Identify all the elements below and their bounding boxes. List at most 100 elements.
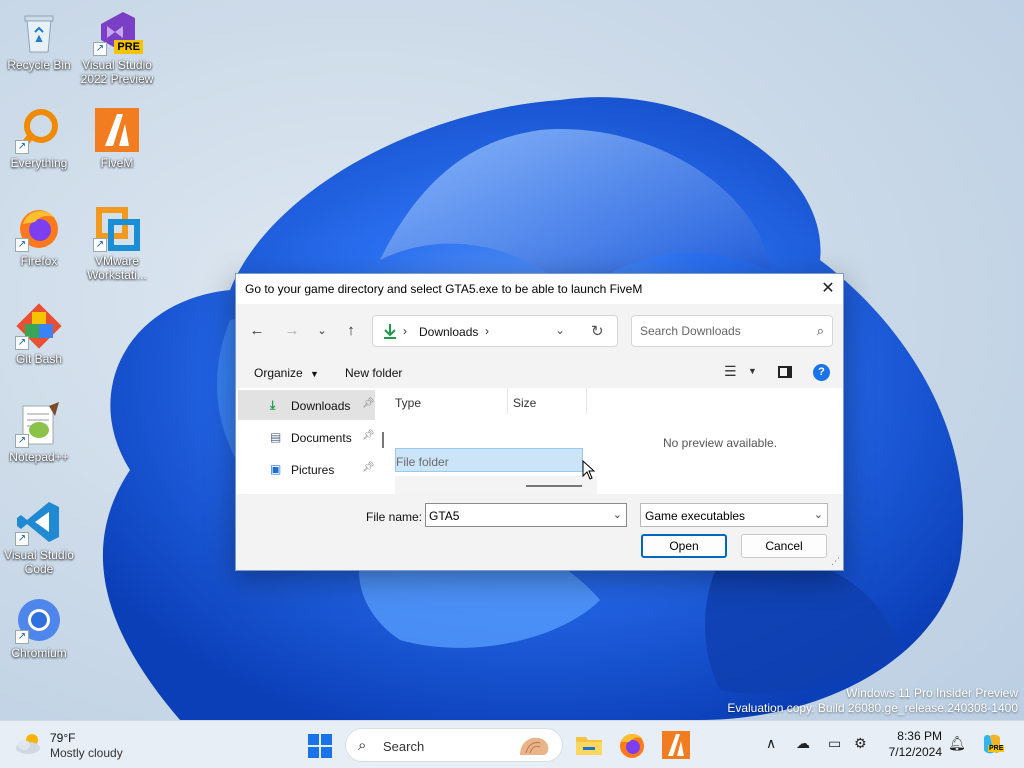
git-bash-icon: ↗ <box>15 302 63 350</box>
watermark-edition: Windows 11 Pro Insider Preview <box>846 686 1018 700</box>
vmware-icon: ↗ <box>93 204 141 252</box>
pictures-icon: ▣ <box>270 462 282 476</box>
copilot-pre-badge: PRE <box>988 745 1005 752</box>
file-name-input[interactable] <box>429 509 599 523</box>
column-header-label: Size <box>513 396 537 410</box>
desktop-icon-firefox[interactable]: ↗ Firefox <box>0 204 78 268</box>
content-area: ⤓ Downloads 📌︎ ▤ Documents 📌︎ ▣ Pictures… <box>236 388 843 494</box>
cancel-button[interactable]: Cancel <box>741 534 827 558</box>
column-header-size[interactable]: Size <box>508 388 587 414</box>
desktop-icon-visual-studio-2022-preview[interactable]: PRE ↗ Visual Studio 2022 Preview <box>78 8 156 86</box>
desktop-icon-vscode[interactable]: ↗ Visual Studio Code <box>0 498 78 576</box>
desktop-icon-label: Everything <box>10 156 68 170</box>
address-bar[interactable]: › Downloads › ⌄ ↻ <box>372 315 618 347</box>
chromium-icon: ↗ <box>15 596 63 644</box>
show-hidden-icons-chevron-icon[interactable]: ∧ <box>766 735 776 752</box>
fivem-icon[interactable] <box>660 729 692 761</box>
search-icon[interactable]: ⌕ <box>817 323 824 339</box>
dialog-title-bar[interactable]: Go to your game directory and select GTA… <box>236 274 843 304</box>
taskbar-search-label: Search <box>383 739 425 754</box>
file-explorer-icon[interactable] <box>573 729 605 761</box>
recent-locations-chevron-icon[interactable]: ⌄ <box>311 320 333 342</box>
display-icon[interactable]: ▭ <box>828 735 841 752</box>
vscode-icon: ↗ <box>15 498 63 546</box>
weather-condition: Mostly cloudy <box>50 746 123 760</box>
download-icon <box>384 324 396 339</box>
column-header-label: Type <box>395 396 422 410</box>
desktop-icon-notepad-plus-plus[interactable]: ↗ Notepad++ <box>0 400 78 464</box>
organize-menu[interactable]: Organize ▼ <box>254 366 319 380</box>
shortcut-arrow-icon: ↗ <box>15 238 29 252</box>
breadcrumb-separator-icon: › <box>403 324 407 338</box>
copilot-icon[interactable]: PRE <box>980 732 1005 756</box>
clock-time: 8:36 PM <box>897 729 942 743</box>
resize-grip-icon[interactable]: ⋰ <box>831 556 840 567</box>
up-arrow-icon[interactable]: ↑ <box>340 320 362 342</box>
accessibility-icon[interactable]: ⚙ <box>854 735 867 752</box>
breadcrumb-downloads[interactable]: Downloads <box>419 325 478 339</box>
taskbar: 79°F Mostly cloudy ⌕ Search ∧ ☁ ▭ ⚙ 8:36… <box>0 720 1024 768</box>
file-name-combobox[interactable]: ⌄ <box>425 503 627 527</box>
pin-icon: 📌︎ <box>362 430 375 441</box>
document-icon: ▤ <box>270 430 282 444</box>
desktop-icon-label: FiveM <box>100 156 134 170</box>
firefox-icon[interactable] <box>616 729 648 761</box>
open-button[interactable]: Open <box>641 534 727 558</box>
view-chevron-down-icon[interactable]: ▼ <box>748 366 757 376</box>
search-input[interactable] <box>640 324 800 338</box>
download-icon: ⤓ <box>270 398 276 412</box>
search-icon: ⌕ <box>358 737 367 754</box>
file-list-scrollbar[interactable] <box>526 485 582 487</box>
search-box[interactable]: ⌕ <box>631 315 833 347</box>
view-options-icon[interactable]: ☰ <box>724 363 737 380</box>
column-header-type[interactable]: Type <box>390 388 508 414</box>
preview-pane: No preview available. <box>597 388 843 494</box>
dialog-title: Go to your game directory and select GTA… <box>245 282 643 296</box>
recycle-bin-icon <box>15 8 63 56</box>
address-dropdown-chevron-icon[interactable]: ⌄ <box>555 323 565 337</box>
file-type-select[interactable]: Game executables ⌄ <box>640 503 828 527</box>
desktop-icon-vmware[interactable]: ↗ VMware Workstati... <box>78 204 156 282</box>
windows-watermark: Windows 11 Pro Insider Preview Evaluatio… <box>727 686 1018 716</box>
command-bar: Organize ▼ New folder ☰ ▼ ? <box>236 356 843 388</box>
preview-pane-icon[interactable] <box>778 366 792 378</box>
dialog-footer: File name: ⌄ Game executables ⌄ Open Can… <box>236 494 843 570</box>
visual-studio-preview-icon: PRE ↗ <box>93 8 143 56</box>
chevron-down-icon[interactable]: ⌄ <box>814 508 823 521</box>
new-folder-button[interactable]: New folder <box>345 366 402 380</box>
file-row[interactable]: File folder <box>395 448 583 472</box>
clock-date: 7/12/2024 <box>888 745 942 759</box>
file-list: Type Size File folder <box>390 388 597 494</box>
copilot-logo-icon <box>984 734 1000 754</box>
shortcut-arrow-icon: ↗ <box>15 532 29 546</box>
desktop-icon-everything[interactable]: ↗ Everything <box>0 106 78 170</box>
help-icon[interactable]: ? <box>813 364 830 381</box>
taskbar-search[interactable]: ⌕ Search <box>345 728 563 762</box>
desktop-icon-recycle-bin[interactable]: Recycle Bin <box>0 8 78 72</box>
desktop-icon-label: VMware Workstati... <box>87 254 147 282</box>
refresh-icon[interactable]: ↻ <box>591 322 604 340</box>
watermark-build: Evaluation copy. Build 26080.ge_release.… <box>727 701 1018 715</box>
notification-bell-icon[interactable]: 🔔︎ <box>948 735 966 752</box>
windows-start-icon[interactable] <box>307 733 333 759</box>
desktop-icon-label: Firefox <box>20 254 58 268</box>
back-arrow-icon[interactable]: ← <box>246 320 268 342</box>
desktop-icon-label: Chromium <box>11 646 67 660</box>
desktop-icon-chromium[interactable]: ↗ Chromium <box>0 596 78 660</box>
desktop-icon-label: Notepad++ <box>9 450 69 464</box>
desktop-icon-git-bash[interactable]: ↗ Git Bash <box>0 302 78 366</box>
nav-item-documents[interactable]: ▤ Documents 📌︎ <box>238 422 375 452</box>
system-clock[interactable]: 8:36 PM 7/12/2024 <box>880 728 942 760</box>
organize-label: Organize <box>254 366 303 380</box>
close-icon[interactable]: ✕ <box>813 274 843 304</box>
nav-item-downloads[interactable]: ⤓ Downloads 📌︎ <box>238 390 375 420</box>
desktop-icon-fivem[interactable]: FiveM <box>78 106 156 170</box>
chevron-down-icon[interactable]: ⌄ <box>613 508 622 521</box>
breadcrumb-chevron-icon[interactable]: › <box>485 324 489 338</box>
nav-pane-scrollbar[interactable] <box>382 432 384 448</box>
nav-item-pictures[interactable]: ▣ Pictures 📌︎ <box>238 454 375 484</box>
forward-arrow-icon[interactable]: → <box>281 320 303 342</box>
network-disconnected-icon[interactable]: ☁ <box>796 735 810 752</box>
nav-item-label: Pictures <box>291 463 335 477</box>
pre-badge: PRE <box>114 40 143 54</box>
